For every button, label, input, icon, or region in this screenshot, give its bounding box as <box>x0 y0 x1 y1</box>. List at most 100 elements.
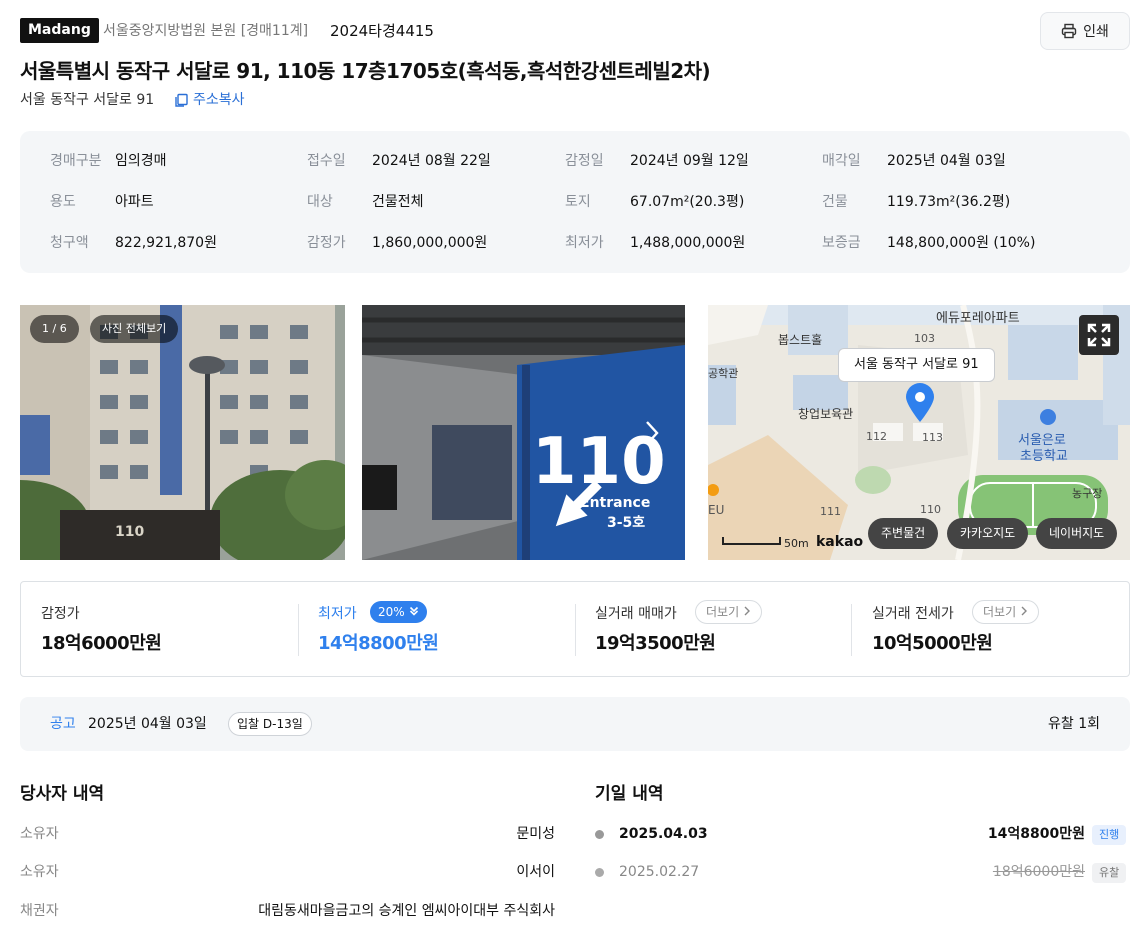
party-role: 소유자 <box>20 864 59 880</box>
chevron-right-icon[interactable] <box>642 418 662 448</box>
info-label: 경매구분 <box>50 153 102 169</box>
lease-price-value: 10억5000만원 <box>872 633 993 654</box>
schedule-dot <box>595 868 604 877</box>
property-photo[interactable]: 110 Entrance 3-5호 <box>362 305 685 560</box>
notice-bar: 공고 2025년 04월 03일 입찰 D-13일 유찰 1회 <box>20 697 1130 751</box>
schedule-dot <box>595 830 604 839</box>
case-number: 2024타경4415 <box>330 22 434 40</box>
party-name: 대림동새마을금고의 승계인 엠씨아이대부 주식회사 <box>258 903 555 919</box>
min-price-value: 14억8800만원 <box>318 633 439 654</box>
info-value: 67.07m²(20.3평) <box>630 194 745 210</box>
info-value: 1,488,000,000원 <box>630 235 746 251</box>
info-value: 1,860,000,000원 <box>372 235 488 251</box>
property-photo[interactable]: 110 1 / 6 사진 전체보기 <box>20 305 345 560</box>
map-label: 공학관 <box>708 367 739 380</box>
print-button[interactable]: 인쇄 <box>1040 12 1130 50</box>
info-value: 148,800,000원 (10%) <box>887 235 1036 251</box>
schedule-price: 14억8800만원 <box>987 826 1085 842</box>
info-label: 청구액 <box>50 235 89 251</box>
info-label: 토지 <box>565 194 591 210</box>
party-role: 소유자 <box>20 826 59 842</box>
auction-info-panel: 경매구분 임의경매 접수일 2024년 08월 22일 감정일 2024년 09… <box>20 131 1130 273</box>
copy-address-label: 주소복사 <box>193 92 245 108</box>
status-badge: 유찰 <box>1092 863 1127 883</box>
parking-photo-image: 110 Entrance 3-5호 <box>362 305 685 560</box>
copy-icon <box>175 93 188 107</box>
map-label: 창업보육관 <box>798 407 854 421</box>
min-price-percent-badge[interactable]: 20% <box>370 601 427 623</box>
trade-price-value: 19억3500만원 <box>595 633 716 654</box>
info-value: 2024년 09월 12일 <box>630 153 749 169</box>
lease-more-button[interactable]: 더보기 <box>972 600 1039 624</box>
expand-icon <box>1087 323 1111 347</box>
parties-section-title: 당사자 내역 <box>20 784 105 804</box>
apartment-photo-image: 110 <box>20 305 345 560</box>
info-value: 2025년 04월 03일 <box>887 153 1006 169</box>
map-fullscreen-button[interactable] <box>1079 315 1119 355</box>
min-price-percent: 20% <box>378 605 405 619</box>
min-price-label: 최저가 <box>318 606 357 622</box>
info-label: 매각일 <box>822 153 861 169</box>
info-value: 822,921,870원 <box>115 235 217 251</box>
lease-price-label: 실거래 전세가 <box>872 606 954 622</box>
schedule-price: 18억6000만원 <box>992 864 1085 880</box>
chevron-right-icon <box>1021 606 1027 616</box>
appraisal-label: 감정가 <box>41 606 80 622</box>
print-label: 인쇄 <box>1083 24 1109 40</box>
party-role: 채권자 <box>20 903 59 919</box>
map-label: 112 <box>866 430 887 443</box>
map-label: 103 <box>914 332 935 345</box>
map-label: 농구장 <box>1072 487 1103 500</box>
chevron-right-icon <box>744 606 750 616</box>
party-name: 이서이 <box>516 864 555 880</box>
info-label: 보증금 <box>822 235 861 251</box>
page-title: 서울특별시 동작구 서달로 91, 110동 17층1705호(흑석동,흑석한강… <box>20 59 711 83</box>
photo-counter: 1 / 6 <box>30 315 79 343</box>
map-scale: 50m <box>784 537 809 550</box>
map-pin-icon <box>906 383 934 422</box>
info-value: 2024년 08월 22일 <box>372 153 491 169</box>
building-sign-text: 110 <box>115 524 144 540</box>
trade-price-label: 실거래 매매가 <box>595 606 677 622</box>
double-chevron-down-icon <box>409 606 418 616</box>
sign-entrance-text: Entrance <box>580 495 650 511</box>
info-value: 임의경매 <box>115 153 167 169</box>
status-badge: 진행 <box>1092 825 1127 845</box>
info-label: 건물 <box>822 194 848 210</box>
map-label: 110 <box>920 503 941 516</box>
map-label: 초등학교 <box>1020 449 1068 464</box>
trade-more-button[interactable]: 더보기 <box>695 600 762 624</box>
info-value: 아파트 <box>115 194 154 210</box>
short-address: 서울 동작구 서달로 91 <box>20 92 155 108</box>
lease-more-label: 더보기 <box>983 605 1017 619</box>
map-label: 113 <box>922 431 943 444</box>
naver-map-button[interactable]: 네이버지도 <box>1036 518 1118 549</box>
kakao-map-button[interactable]: 카카오지도 <box>947 518 1029 549</box>
price-summary: 감정가 18억6000만원 최저가 20% 14억8800만원 실거래 매매가 … <box>20 581 1130 677</box>
nearby-properties-button[interactable]: 주변물건 <box>868 518 939 549</box>
info-label: 접수일 <box>307 153 346 169</box>
logo[interactable]: Madang <box>20 18 99 43</box>
schedule-date: 2025.02.27 <box>619 864 700 880</box>
view-all-photos-button[interactable]: 사진 전체보기 <box>90 315 179 343</box>
info-label: 용도 <box>50 194 76 210</box>
trade-more-label: 더보기 <box>706 605 740 619</box>
info-value: 119.73m²(36.2평) <box>887 194 1011 210</box>
info-label: 대상 <box>307 194 333 210</box>
sign-floors-text: 3-5호 <box>607 515 645 531</box>
map-address-bubble: 서울 동작구 서달로 91 <box>838 348 995 382</box>
info-value: 건물전체 <box>372 194 424 210</box>
copy-address-button[interactable]: 주소복사 <box>174 90 245 110</box>
map-label: 111 <box>820 505 841 518</box>
bid-dday-badge: 입찰 D-13일 <box>228 712 312 736</box>
map-label: 봅스트홀 <box>778 333 823 347</box>
notice-label: 공고 <box>50 716 76 732</box>
info-label: 감정가 <box>307 235 346 251</box>
printer-icon <box>1061 23 1077 39</box>
notice-date: 2025년 04월 03일 <box>88 716 207 732</box>
party-name: 문미성 <box>516 826 555 842</box>
info-label: 최저가 <box>565 235 604 251</box>
info-label: 감정일 <box>565 153 604 169</box>
kakao-logo: kakao <box>816 534 864 550</box>
schedule-date: 2025.04.03 <box>619 826 708 842</box>
